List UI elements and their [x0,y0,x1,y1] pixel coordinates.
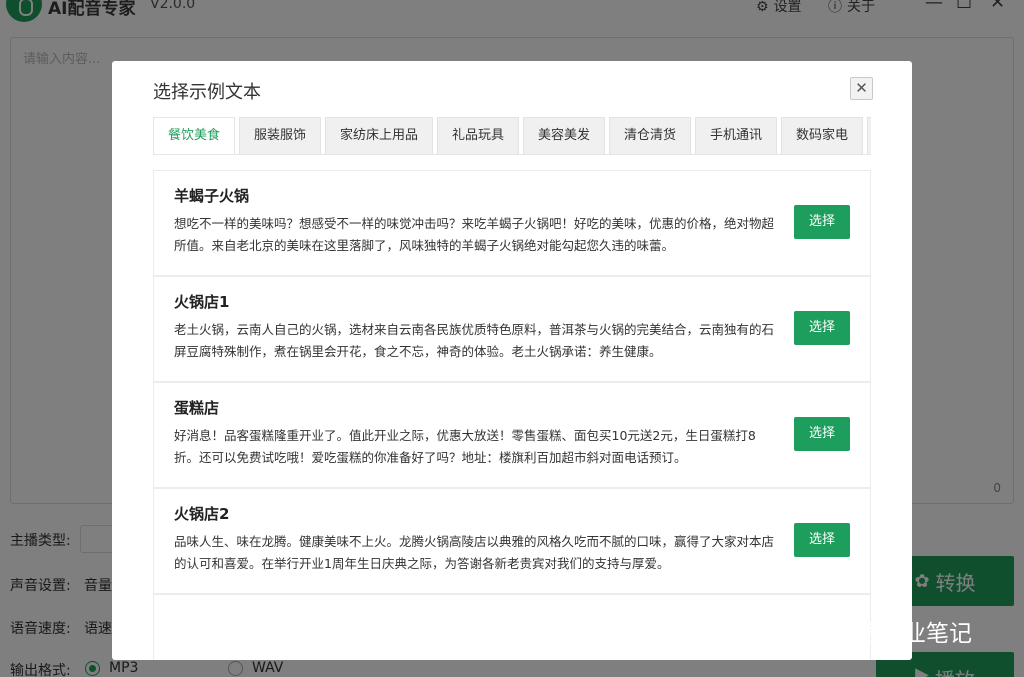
choose-button[interactable]: 选择 [794,523,850,557]
wechat-icon [748,617,780,645]
sample-description: 想吃不一样的美味吗？想感受不一样的味觉冲击吗？来吃羊蝎子火锅吧！好吃的美味，优惠… [174,216,775,253]
watermark: 老吴网络创业笔记 [748,612,972,650]
list-item: 羊蝎子火锅 想吃不一样的美味吗？想感受不一样的味觉冲击吗？来吃羊蝎子火锅吧！好吃… [153,170,871,276]
sample-title: 火锅店1 [174,293,230,311]
list-item: 火锅店2 品味人生、味在龙腾。健康美味不上火。龙腾火锅高陵店以典雅的风格久吃而不… [153,488,871,594]
tab-clothing[interactable]: 服装服饰 [239,117,321,154]
sample-description: 好消息！品客蛋糕隆重开业了。值此开业之际，优惠大放送！零售蛋糕、面包买10元送2… [174,428,756,465]
sample-title: 火锅店2 [174,505,230,523]
tab-mobile[interactable]: 手机通讯 [695,117,777,154]
sample-text-dialog: 选择示例文本 ✕ 餐饮美食 服装服饰 家纺床上用品 礼品玩具 美容美发 清仓清货… [112,61,912,660]
list-item: 蛋糕店 好消息！品客蛋糕隆重开业了。值此开业之际，优惠大放送！零售蛋糕、面包买1… [153,382,871,488]
tab-digital-appliances[interactable]: 数码家电 [781,117,863,154]
sample-description: 品味人生、味在龙腾。健康美味不上火。龙腾火锅高陵店以典雅的风格久吃而不腻的口味，… [174,534,775,571]
close-icon: ✕ [855,79,868,97]
tab-beauty-hair[interactable]: 美容美发 [523,117,605,154]
choose-button[interactable]: 选择 [794,417,850,451]
sample-title: 羊蝎子火锅 [174,187,250,205]
tab-catering[interactable]: 餐饮美食 [153,117,235,154]
dialog-close-button[interactable]: ✕ [850,77,873,100]
category-tabs: 餐饮美食 服装服饰 家纺床上用品 礼品玩具 美容美发 清仓清货 手机通讯 数码家… [153,117,871,155]
sample-list: 羊蝎子火锅 想吃不一样的美味吗？想感受不一样的味觉冲击吗？来吃羊蝎子火锅吧！好吃… [153,170,871,660]
list-item: 火锅店1 老土火锅，云南人自己的火锅，选材来自云南各民族优质特色原料，普洱茶与火… [153,276,871,382]
choose-button[interactable]: 选择 [794,311,850,345]
tab-home-textiles[interactable]: 家纺床上用品 [325,117,433,154]
tab-other[interactable]: 其他 [867,117,871,154]
tab-clearance[interactable]: 清仓清货 [609,117,691,154]
choose-button[interactable]: 选择 [794,205,850,239]
tab-gifts-toys[interactable]: 礼品玩具 [437,117,519,154]
watermark-text: 老吴网络创业笔记 [788,621,972,647]
sample-description: 老土火锅，云南人自己的火锅，选材来自云南各民族优质特色原料，普洱茶与火锅的完美结… [174,322,775,359]
dialog-title: 选择示例文本 [153,82,261,103]
sample-title: 蛋糕店 [174,399,220,417]
